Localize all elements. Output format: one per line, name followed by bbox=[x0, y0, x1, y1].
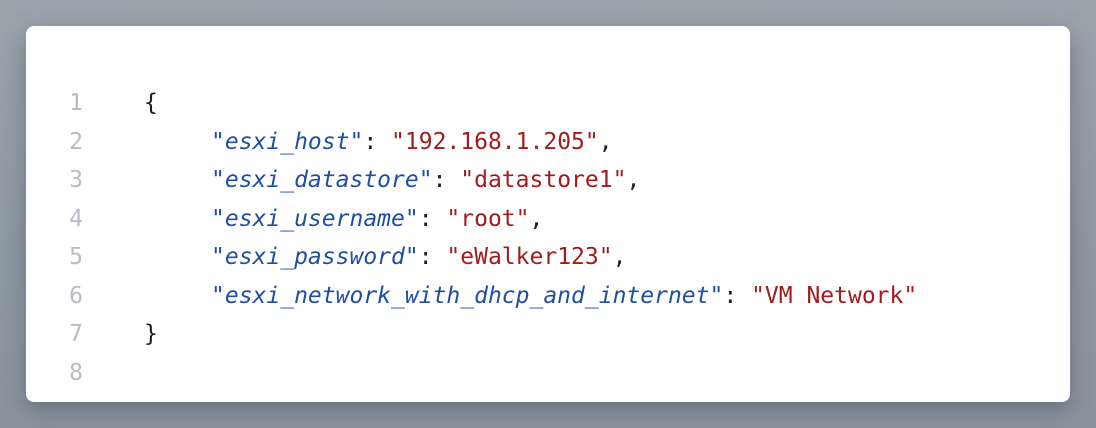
code-line-8: 8 bbox=[26, 354, 917, 393]
colon: : bbox=[418, 205, 447, 232]
json-value-esxi-username: "root" bbox=[446, 205, 530, 232]
code-block: 1 { 2 "esxi_host": "192.168.1.205", 3 "e… bbox=[26, 84, 917, 392]
line-number: 8 bbox=[69, 359, 83, 386]
json-value-esxi-password: "eWalker123" bbox=[446, 244, 613, 270]
comma: , bbox=[612, 244, 627, 270]
json-key-esxi-username: "esxi_username" bbox=[211, 205, 419, 232]
json-key-esxi-datastore: "esxi_datastore" bbox=[211, 167, 433, 193]
colon: : bbox=[723, 282, 752, 309]
code-line-7: 7 } bbox=[26, 315, 917, 354]
code-line-2: 2 "esxi_host": "192.168.1.205", bbox=[26, 123, 917, 162]
line-number: 3 bbox=[69, 167, 83, 193]
code-line-5: 5 "esxi_password": "eWalker123", bbox=[26, 238, 917, 277]
line-number: 2 bbox=[69, 128, 83, 155]
comma: , bbox=[529, 205, 544, 232]
json-key-esxi-password: "esxi_password" bbox=[211, 244, 419, 270]
json-key-esxi-network: "esxi_network_with_dhcp_and_internet" bbox=[211, 282, 724, 309]
code-line-3: 3 "esxi_datastore": "datastore1", bbox=[26, 161, 917, 200]
colon: : bbox=[432, 167, 461, 193]
colon: : bbox=[418, 244, 447, 270]
json-value-esxi-host: "192.168.1.205" bbox=[391, 128, 599, 155]
code-snippet-card: 1 { 2 "esxi_host": "192.168.1.205", 3 "e… bbox=[26, 26, 1070, 402]
code-line-6: 6 "esxi_network_with_dhcp_and_internet":… bbox=[26, 277, 917, 316]
open-brace: { bbox=[144, 90, 158, 116]
line-number: 4 bbox=[69, 205, 83, 232]
line-number: 1 bbox=[69, 90, 83, 116]
json-value-esxi-network: "VM Network" bbox=[751, 282, 918, 309]
line-number: 7 bbox=[69, 321, 83, 347]
code-line-4: 4 "esxi_username": "root", bbox=[26, 200, 917, 239]
line-number: 5 bbox=[69, 244, 83, 270]
colon: : bbox=[363, 128, 392, 155]
comma: , bbox=[598, 128, 613, 155]
code-line-1: 1 { bbox=[26, 84, 917, 123]
json-value-esxi-datastore: "datastore1" bbox=[460, 167, 627, 193]
close-brace: } bbox=[144, 321, 158, 347]
json-key-esxi-host: "esxi_host" bbox=[211, 128, 364, 155]
comma: , bbox=[626, 167, 641, 193]
line-number: 6 bbox=[69, 282, 83, 309]
